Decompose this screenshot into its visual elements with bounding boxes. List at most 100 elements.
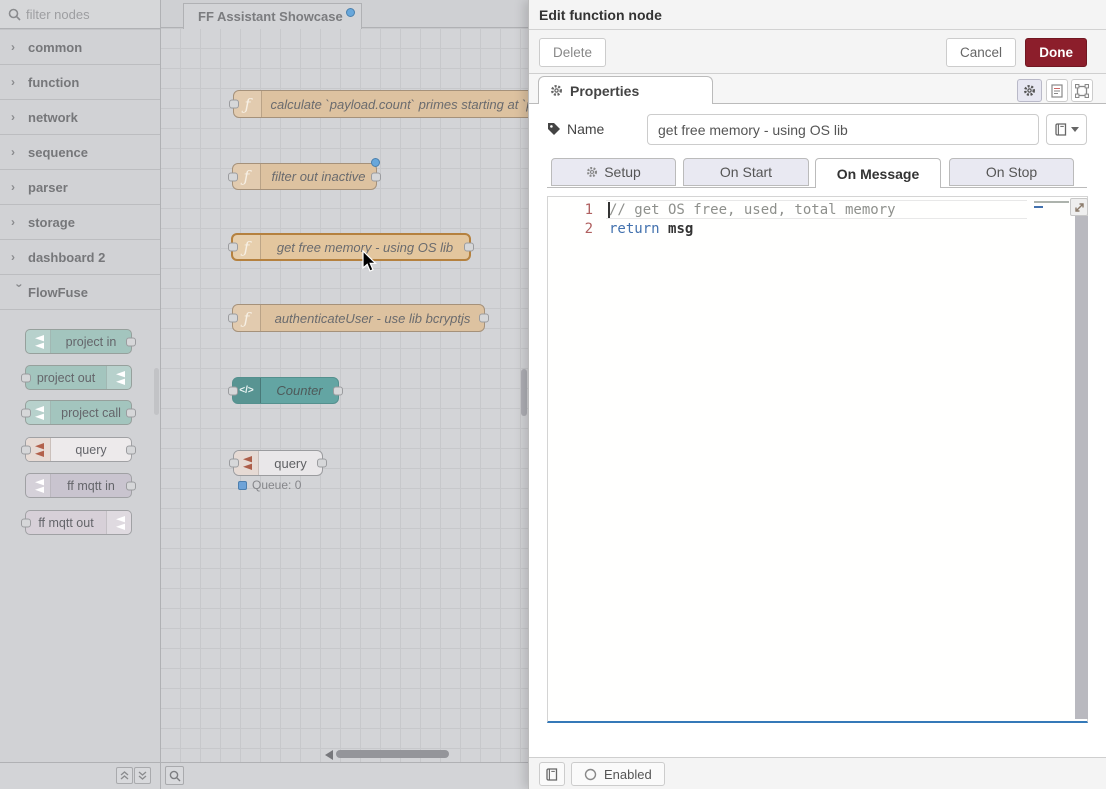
workspace-tab[interactable]: FF Assistant Showcase	[183, 3, 362, 29]
node-modified-dot	[371, 158, 380, 167]
tab-setup[interactable]: Setup	[551, 158, 676, 186]
name-label: Name	[547, 121, 604, 137]
node-query[interactable]: query	[233, 450, 323, 476]
palette-filter-input[interactable]	[24, 4, 149, 24]
input-port[interactable]	[21, 408, 31, 417]
dialog-title: Edit function node	[529, 0, 1106, 30]
flowfuse-icon	[26, 330, 51, 353]
chevron-down-icon: ›	[13, 284, 27, 301]
workspace-footer	[0, 762, 528, 789]
palette-category-flowfuse[interactable]: ›FlowFuse	[0, 275, 160, 310]
book-icon	[546, 768, 558, 781]
palette-node-query[interactable]: query	[25, 437, 132, 462]
node-calculate-primes[interactable]: ƒ calculate `payload.count` primes start…	[233, 90, 528, 118]
node-authenticate-user[interactable]: ƒ authenticateUser - use lib bcryptjs	[232, 304, 485, 332]
cancel-button[interactable]: Cancel	[946, 38, 1016, 67]
collapse-all-button[interactable]	[116, 767, 133, 784]
palette-category-parser[interactable]: ›parser	[0, 170, 160, 205]
output-port[interactable]	[464, 243, 474, 252]
palette-node-project-call[interactable]: project call	[25, 400, 132, 425]
input-port[interactable]	[229, 459, 239, 468]
output-port[interactable]	[333, 386, 343, 395]
zoom-navigator-button[interactable]	[165, 766, 184, 785]
chevron-right-icon: ›	[11, 75, 28, 89]
expand-editor-button[interactable]	[1070, 198, 1088, 216]
flow-canvas[interactable]: FF Assistant Showcase ƒ calculate `paylo…	[160, 0, 528, 789]
input-port[interactable]	[228, 243, 238, 252]
palette-category-function[interactable]: ›function	[0, 65, 160, 100]
output-port[interactable]	[126, 481, 136, 490]
minimap	[1034, 201, 1069, 208]
input-port[interactable]	[21, 445, 31, 454]
code-editor[interactable]: 1 2 // get OS free, used, total memory r…	[547, 196, 1088, 723]
flowfuse-icon	[26, 474, 51, 497]
input-port[interactable]	[229, 100, 239, 109]
library-button[interactable]	[539, 762, 565, 786]
flowfuse-icon	[106, 366, 131, 389]
output-port[interactable]	[126, 337, 136, 346]
book-icon	[1055, 123, 1067, 136]
editor-scrollbar[interactable]	[1075, 216, 1088, 719]
palette-node-project-in[interactable]: project in	[25, 329, 132, 354]
tab-on-start[interactable]: On Start	[683, 158, 809, 186]
dialog-toolbar: Delete Cancel Done	[529, 30, 1106, 74]
appearance-icon	[1075, 84, 1089, 98]
output-port[interactable]	[317, 459, 327, 468]
input-port[interactable]	[21, 373, 31, 382]
palette-node-ff-mqtt-out[interactable]: ff mqtt out	[25, 510, 132, 535]
input-port[interactable]	[228, 386, 238, 395]
tab-modified-dot	[346, 8, 355, 17]
tab-on-message[interactable]: On Message	[815, 158, 941, 188]
done-button[interactable]: Done	[1025, 38, 1087, 67]
name-library-button[interactable]	[1046, 114, 1087, 145]
dialog-tabrow: Properties	[529, 74, 1106, 104]
palette-category-dashboard2[interactable]: ›dashboard 2	[0, 240, 160, 275]
status-circle-icon	[584, 768, 597, 781]
output-port[interactable]	[126, 408, 136, 417]
input-port[interactable]	[228, 172, 238, 181]
output-port[interactable]	[371, 172, 381, 181]
code-line-1: // get OS free, used, total memory	[609, 201, 896, 220]
palette-category-network[interactable]: ›network	[0, 100, 160, 135]
vscroll-thumb[interactable]	[521, 369, 527, 416]
dialog-footer: Enabled	[529, 757, 1106, 789]
node-get-free-memory[interactable]: ƒ get free memory - using OS lib	[231, 233, 471, 261]
delete-button[interactable]: Delete	[539, 38, 606, 67]
input-port[interactable]	[21, 518, 31, 527]
palette: ›common ›function ›network ›sequence ›pa…	[0, 0, 160, 789]
palette-categories: ›common ›function ›network ›sequence ›pa…	[0, 29, 160, 310]
node-filter-out-inactive[interactable]: ƒ filter out inactive	[232, 163, 377, 190]
palette-category-storage[interactable]: ›storage	[0, 205, 160, 240]
hscroll-left-arrow[interactable]	[325, 750, 333, 760]
canvas-grid[interactable]	[160, 28, 528, 762]
search-icon	[8, 8, 21, 21]
input-port[interactable]	[228, 314, 238, 323]
node-red-editor: ›common ›function ›network ›sequence ›pa…	[0, 0, 1106, 789]
chevron-right-icon: ›	[11, 250, 28, 264]
palette-scrollbar[interactable]	[154, 368, 159, 415]
edit-properties-button[interactable]	[1017, 79, 1042, 102]
expand-all-button[interactable]	[134, 767, 151, 784]
name-input[interactable]	[647, 114, 1039, 145]
output-port[interactable]	[126, 445, 136, 454]
flowfuse-icon	[106, 511, 131, 534]
node-counter[interactable]: </> Counter	[232, 377, 339, 404]
palette-canvas-divider[interactable]	[160, 0, 161, 789]
edit-appearance-button[interactable]	[1071, 79, 1093, 102]
mouse-cursor	[362, 250, 378, 274]
palette-node-ff-mqtt-in[interactable]: ff mqtt in	[25, 473, 132, 498]
hscroll-thumb[interactable]	[336, 750, 449, 758]
double-chevron-down-icon	[138, 771, 147, 780]
output-port[interactable]	[479, 314, 489, 323]
tab-properties[interactable]: Properties	[538, 76, 713, 104]
palette-category-sequence[interactable]: ›sequence	[0, 135, 160, 170]
palette-category-common[interactable]: ›common	[0, 30, 160, 65]
chevron-down-icon	[1071, 127, 1079, 132]
palette-node-project-out[interactable]: project out	[25, 365, 132, 390]
double-chevron-up-icon	[120, 771, 129, 780]
tab-on-stop[interactable]: On Stop	[949, 158, 1074, 186]
edit-description-button[interactable]	[1046, 79, 1068, 102]
palette-search[interactable]	[0, 0, 160, 29]
chevron-right-icon: ›	[11, 145, 28, 159]
enabled-toggle-button[interactable]: Enabled	[571, 762, 665, 786]
